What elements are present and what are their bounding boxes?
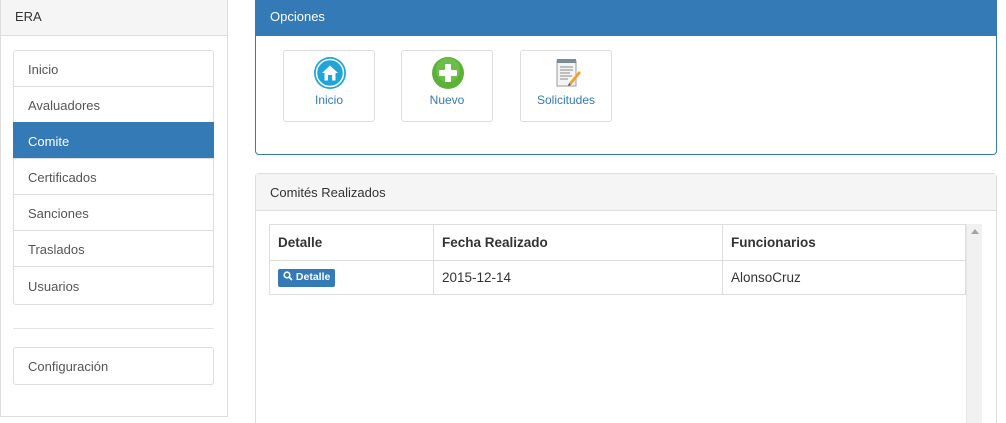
table-row: Detalle 2015-12-14 AlonsoCruz — [269, 260, 966, 295]
search-icon — [283, 271, 293, 281]
options-panel-title: Opciones — [256, 0, 996, 36]
sidebar-title: ERA — [1, 0, 227, 36]
table-header-row: Detalle Fecha Realizado Funcionarios — [269, 224, 966, 261]
option-tile-label: Solicitudes — [536, 93, 596, 107]
option-tile-label: Inicio — [314, 93, 343, 107]
sidebar-nav: Inicio Avaluadores Comite Certificados S… — [13, 50, 214, 305]
table-cell-detalle: Detalle — [269, 260, 434, 295]
sidebar-item-configuracion[interactable]: Configuración — [13, 347, 214, 385]
detalle-button-label: Detalle — [295, 271, 331, 283]
detalle-button[interactable]: Detalle — [278, 269, 336, 287]
option-tile-nuevo[interactable]: Nuevo — [401, 50, 493, 122]
sidebar-item-certificados[interactable]: Certificados — [13, 158, 214, 195]
option-tile-label: Nuevo — [429, 93, 465, 107]
option-tile-inicio[interactable]: Inicio — [283, 50, 375, 122]
sidebar: ERA Inicio Avaluadores Comite Certificad… — [0, 0, 228, 417]
sidebar-item-comite[interactable]: Comite — [13, 122, 214, 159]
sidebar-item-inicio[interactable]: Inicio — [13, 50, 214, 87]
scroll-up-arrow-icon[interactable] — [971, 229, 979, 234]
sidebar-item-sanciones[interactable]: Sanciones — [13, 194, 214, 231]
table-cell-funcionarios: AlonsoCruz — [722, 260, 966, 295]
committees-panel: Comités Realizados Detalle Fecha Realiza… — [255, 173, 997, 423]
sidebar-item-avaluadores[interactable]: Avaluadores — [13, 86, 214, 123]
committees-panel-title: Comités Realizados — [256, 174, 996, 211]
options-panel: Opciones Inicio Nuevo Solicitudes — [255, 0, 997, 155]
sidebar-item-traslados[interactable]: Traslados — [13, 230, 214, 267]
vertical-scrollbar[interactable] — [966, 224, 982, 423]
sidebar-divider — [13, 328, 214, 329]
home-icon — [314, 57, 346, 89]
add-icon — [432, 57, 464, 89]
committees-table: Detalle Fecha Realizado Funcionarios Det… — [269, 224, 966, 295]
option-tile-solicitudes[interactable]: Solicitudes — [520, 50, 612, 122]
document-edit-icon — [556, 59, 581, 87]
column-header-funcionarios: Funcionarios — [722, 224, 966, 261]
sidebar-item-usuarios[interactable]: Usuarios — [13, 266, 214, 305]
column-header-fecha: Fecha Realizado — [433, 224, 723, 261]
table-cell-fecha: 2015-12-14 — [433, 260, 723, 295]
column-header-detalle: Detalle — [269, 224, 434, 261]
